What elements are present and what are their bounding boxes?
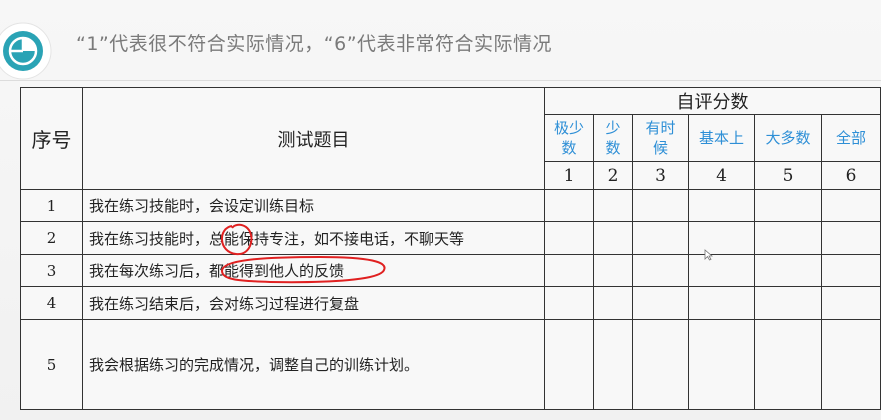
option-label: 少数: [593, 114, 633, 162]
option-value: 3: [632, 161, 689, 190]
table-row: 3 我在每次练习后，都能得到他人的反馈: [20, 254, 881, 287]
header-divider: [0, 80, 881, 81]
table-row: 4 我在练习结束后，会对练习过程进行复盘: [20, 286, 881, 320]
row-question: 我会根据练习的完成情况，调整自己的训练计划。: [82, 319, 545, 410]
header-seq-no: 序号: [20, 87, 83, 190]
header-self-score: 自评分数: [543, 87, 881, 115]
score-cell[interactable]: [544, 221, 594, 255]
option-label: 全部: [820, 114, 881, 162]
score-cell[interactable]: [754, 189, 822, 222]
row-number: 3: [20, 254, 83, 287]
slide-heading: “1”代表很不符合实际情况，“6”代表非常符合实际情况: [76, 33, 553, 55]
score-cell[interactable]: [754, 286, 822, 320]
row-number: 1: [20, 189, 83, 222]
score-cell[interactable]: [593, 286, 633, 320]
score-cell[interactable]: [754, 221, 822, 255]
row-question: 我在练习技能时，会设定训练目标: [82, 189, 545, 222]
mouse-cursor-icon: [704, 249, 713, 261]
option-value: 1: [544, 161, 594, 190]
score-cell[interactable]: [688, 221, 755, 255]
score-cell[interactable]: [544, 286, 594, 320]
score-cell[interactable]: [632, 221, 689, 255]
score-cell[interactable]: [820, 189, 881, 222]
score-cell[interactable]: [688, 254, 755, 287]
row-question: 我在练习技能时，总能保持专注，如不接电话，不聊天等: [82, 221, 545, 255]
score-cell[interactable]: [544, 254, 594, 287]
score-cell[interactable]: [544, 319, 594, 410]
header-question: 测试题目: [82, 87, 545, 190]
row-number: 2: [20, 221, 83, 255]
score-cell[interactable]: [820, 254, 881, 287]
option-label: 基本上: [688, 114, 755, 162]
option-label: 极少数: [544, 114, 594, 162]
score-cell[interactable]: [632, 189, 689, 222]
score-cell[interactable]: [593, 221, 633, 255]
score-cell[interactable]: [544, 189, 594, 222]
score-cell[interactable]: [632, 254, 689, 287]
pie-chart-icon: [0, 22, 52, 80]
table-row: 1 我在练习技能时，会设定训练目标: [20, 189, 881, 222]
row-number: 5: [20, 319, 83, 410]
score-cell[interactable]: [632, 286, 689, 320]
score-cell[interactable]: [593, 319, 633, 410]
table-row: 2 我在练习技能时，总能保持专注，如不接电话，不聊天等: [20, 221, 881, 255]
option-value: 4: [688, 161, 755, 190]
option-label: 有时候: [632, 114, 689, 162]
option-value: 2: [593, 161, 633, 190]
row-question: 我在练习结束后，会对练习过程进行复盘: [82, 286, 545, 320]
self-assessment-table: 序号 测试题目 自评分数 极少数 少数 有时候 基本上 大多数 全部 1 2 3…: [20, 87, 881, 410]
score-cell[interactable]: [688, 319, 755, 410]
score-cell[interactable]: [820, 319, 881, 410]
table-row: 5 我会根据练习的完成情况，调整自己的训练计划。: [20, 319, 881, 410]
row-question: 我在每次练习后，都能得到他人的反馈: [82, 254, 545, 287]
score-cell[interactable]: [754, 319, 822, 410]
option-value: 5: [754, 161, 822, 190]
option-value: 6: [820, 161, 881, 190]
score-cell[interactable]: [754, 254, 822, 287]
score-cell[interactable]: [688, 286, 755, 320]
score-cell[interactable]: [632, 319, 689, 410]
score-cell[interactable]: [820, 221, 881, 255]
score-cell[interactable]: [820, 286, 881, 320]
option-label: 大多数: [754, 114, 822, 162]
score-cell[interactable]: [688, 189, 755, 222]
score-cell[interactable]: [593, 254, 633, 287]
row-number: 4: [20, 286, 83, 320]
score-cell[interactable]: [593, 189, 633, 222]
